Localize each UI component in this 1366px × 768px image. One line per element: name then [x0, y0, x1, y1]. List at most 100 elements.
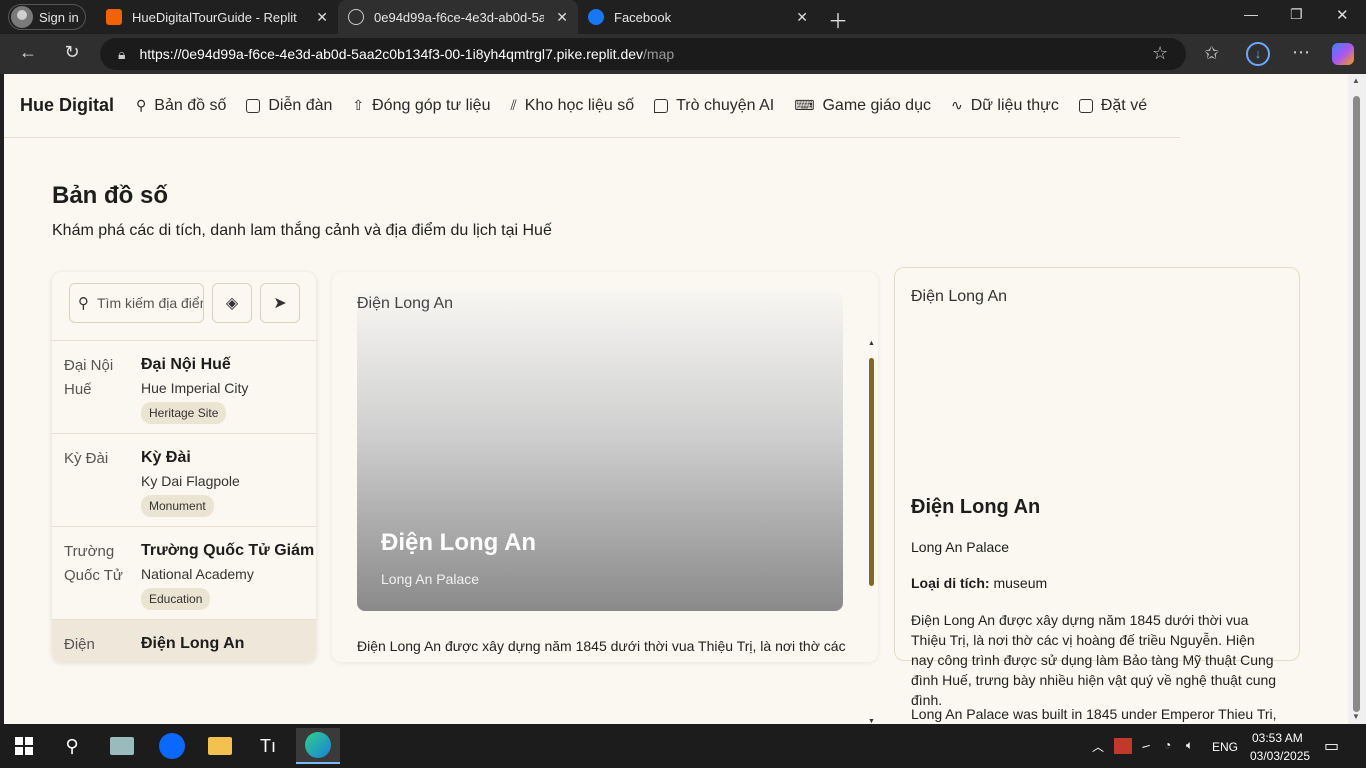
search-input[interactable]: ⚲ Tìm kiếm địa điểm [69, 283, 204, 323]
chevron-up-icon[interactable]: ︿ [1092, 738, 1104, 755]
web-page: Hue Digital ⚲ Bản đồ số Diễn đàn ⇧ Đóng gó… [4, 74, 1348, 724]
clock-date[interactable]: 03/03/2025 [1250, 749, 1310, 763]
nav-label: Đặt vé [1100, 96, 1148, 114]
library-icon: ⫽ [510, 97, 517, 113]
nav-games[interactable]: ⌨ Game giáo dục [794, 97, 931, 115]
back-icon[interactable]: ← [14, 42, 42, 66]
hero-image: Điện Long An Điện Long An Long An Palace [357, 291, 843, 611]
nav-ai-chat[interactable]: Trò chuyện AI [654, 97, 774, 115]
scroll-up-icon[interactable]: ▲ [868, 340, 875, 347]
minimize-icon[interactable]: — [1244, 6, 1258, 22]
search-icon: ⚲ [78, 295, 89, 312]
locate-button[interactable]: ➤ [260, 283, 300, 323]
nav-library[interactable]: ⫽ Kho học liệu số [510, 97, 634, 115]
place-name: Kỳ Đài [141, 449, 191, 466]
copilot-icon[interactable] [1332, 43, 1354, 65]
url-host: https://0e94d99a-f6ce-4e3d-ab0d-5aa2c0b1… [139, 46, 644, 62]
star-icon[interactable]: ☆ [1152, 43, 1168, 64]
place-english: National Academy [141, 566, 254, 582]
search-icon[interactable]: ⚲ [50, 728, 94, 764]
nav-real-data[interactable]: ∿ Dữ liệu thực [951, 97, 1059, 115]
place-name: Đại Nội Huế [141, 356, 231, 373]
page-scrollbar-thumb[interactable] [1353, 96, 1360, 712]
list-item-selected[interactable]: Điện Điện Long An [52, 619, 316, 662]
nav-tickets[interactable]: Đặt vé [1078, 96, 1148, 115]
nav-map[interactable]: ⚲ Bản đồ số [136, 97, 226, 115]
brand-logo[interactable]: Hue Digital [20, 95, 114, 116]
folder-icon[interactable] [198, 728, 242, 764]
terminal-icon[interactable]: Tı [246, 728, 290, 764]
activity-icon: ∿ [950, 97, 963, 113]
facebook-icon [588, 9, 604, 25]
download-icon[interactable]: ↓ [1246, 42, 1270, 66]
nav-forum[interactable]: Diễn đàn [246, 97, 332, 115]
scrollbar-thumb[interactable] [869, 358, 874, 586]
window-close-icon[interactable]: ✕ [1336, 6, 1349, 24]
new-tab-icon[interactable]: ＋ [828, 5, 848, 34]
place-name: Trường Quốc Tử Giám [141, 542, 315, 559]
close-icon[interactable]: ✕ [316, 9, 328, 26]
clock-time[interactable]: 03:53 AM [1252, 731, 1303, 745]
tab-title: HueDigitalTourGuide - Replit [132, 9, 297, 25]
computer-icon[interactable] [100, 728, 144, 764]
globe-icon [348, 9, 364, 25]
hero-title: Điện Long An [381, 529, 537, 556]
volume-icon[interactable]: 🔈︎ [1186, 738, 1193, 753]
detail-scrollbar[interactable]: ▲ ▼ [866, 340, 876, 724]
place-name: Điện Long An [141, 635, 245, 652]
replit-icon [106, 9, 122, 25]
tab-facebook[interactable]: Facebook ✕ [578, 0, 818, 34]
hero-subtitle: Long An Palace [381, 571, 480, 587]
list-item[interactable]: Trường Quốc Tử Trường Quốc Tử Giám Natio… [52, 526, 316, 619]
reload-icon[interactable]: ↻ [58, 42, 86, 66]
browser-tab-bar: Sign in HueDigitalTourGuide - Replit ✕ 0… [0, 0, 1366, 34]
map-pin-icon: ⚲ [136, 97, 147, 113]
more-icon[interactable]: ⋯ [1292, 42, 1310, 63]
wifi-icon[interactable]: ◔ [1164, 738, 1171, 752]
tab-title: Facebook [614, 9, 672, 25]
nav-label: Trò chuyện AI [676, 96, 775, 114]
scroll-up-icon[interactable]: ▲ [1352, 76, 1360, 85]
place-badge: Heritage Site [141, 402, 227, 424]
place-badge: Education [141, 588, 211, 610]
info-title: Điện Long An [911, 496, 1041, 518]
language-indicator[interactable]: ENG [1212, 740, 1238, 754]
place-thumbnail: Trường Quốc Tử [64, 543, 123, 584]
lock-icon: 🔒︎ [118, 45, 126, 62]
navigation-icon: ➤ [273, 295, 287, 312]
list-item[interactable]: Kỳ Đài Kỳ Đài Ky Dai Flagpole Monument [52, 433, 316, 526]
ime-icon[interactable]: ㇀ [1140, 738, 1152, 755]
layers-button[interactable]: ◈ [212, 283, 252, 323]
place-english: Hue Imperial City [141, 380, 249, 396]
zalo-icon[interactable] [150, 728, 194, 764]
tab-replit[interactable]: HueDigitalTourGuide - Replit ✕ [96, 0, 338, 34]
layers-icon: ◈ [225, 295, 239, 312]
hero-image-alt: Điện Long An [357, 295, 454, 312]
info-panel [894, 267, 1300, 661]
profile-button[interactable]: Sign in [8, 4, 86, 30]
favorites-icon[interactable]: ✩ [1204, 43, 1219, 64]
taskbar: ⚲ Tı ︿ ㇀ ◔ 🔈︎ ENG 03:53 AM 03/03/2025 ▭ [0, 724, 1366, 768]
unikey-icon[interactable] [1114, 738, 1132, 754]
ticket-icon [1078, 98, 1093, 113]
tab-active[interactable]: 0e94d99a-f6ce-4e3d-ab0d-5aa2c ✕ [338, 0, 578, 34]
place-detail-panel: Điện Long An Điện Long An Long An Palace… [332, 272, 878, 662]
nav-contribute[interactable]: ⇧ Đóng góp tư liệu [352, 97, 490, 115]
place-badge: Monument [141, 495, 214, 517]
notification-icon[interactable]: ▭ [1324, 736, 1339, 756]
place-thumbnail: Điện [64, 636, 95, 653]
scroll-down-icon[interactable]: ▼ [1352, 712, 1360, 721]
chat-icon [654, 98, 669, 113]
restore-icon[interactable]: ❐ [1290, 6, 1303, 23]
list-item[interactable]: Đại Nội Huế Đại Nội Huế Hue Imperial Cit… [52, 340, 316, 433]
close-icon[interactable]: ✕ [556, 9, 568, 26]
close-icon[interactable]: ✕ [796, 9, 808, 26]
windows-start-icon[interactable] [2, 728, 46, 764]
info-description-en: Long An Palace was built in 1845 under E… [911, 706, 1277, 722]
page-scrollbar[interactable]: ▲ ▼ [1348, 74, 1366, 724]
url-field[interactable]: 🔒︎ https://0e94d99a-f6ce-4e3d-ab0d-5aa2c… [100, 38, 1186, 70]
info-type-value: museum [993, 575, 1048, 591]
info-type: Loại di tích: museum [911, 575, 1047, 591]
nav-label: Diễn đàn [268, 96, 333, 114]
edge-icon[interactable] [296, 728, 340, 764]
